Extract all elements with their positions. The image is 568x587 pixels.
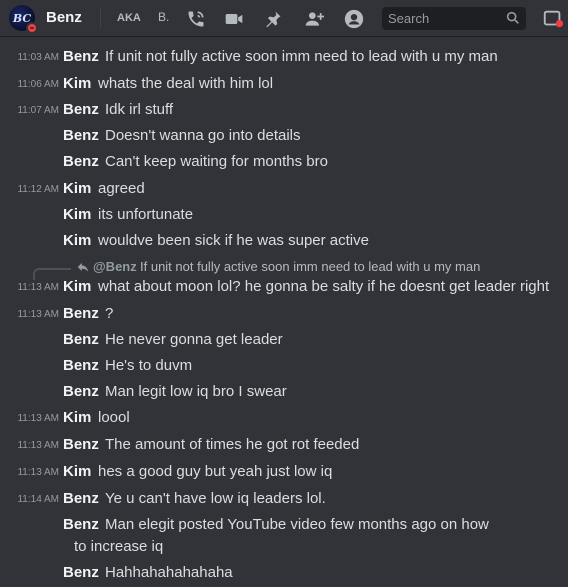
message-text: If unit not fully active soon imm need t…: [105, 48, 498, 65]
message-text: Doesn't wanna go into details: [105, 127, 301, 144]
pin-icon[interactable]: [261, 7, 285, 31]
message-list[interactable]: 11:03 AM Benz If unit not fully active s…: [0, 38, 568, 587]
message-text: loool: [98, 409, 130, 426]
message-timestamp: 11:03 AM: [17, 52, 59, 63]
search-box[interactable]: [382, 7, 526, 30]
search-icon[interactable]: [505, 10, 521, 30]
message-author[interactable]: Benz: [63, 127, 99, 144]
message-author[interactable]: Benz: [63, 357, 99, 374]
reply-arrow-icon: [76, 260, 90, 274]
video-camera-icon[interactable]: [222, 7, 246, 31]
aka-badge[interactable]: AKA: [113, 10, 145, 26]
message-text: Idk irl stuff: [105, 101, 174, 118]
message-author[interactable]: Kim: [63, 75, 91, 92]
header-divider: [100, 8, 101, 28]
message-text: ?: [105, 305, 114, 322]
message-author[interactable]: Benz: [63, 101, 99, 118]
message-timestamp: 11:13 AM: [17, 282, 59, 293]
message-author[interactable]: Kim: [63, 409, 91, 426]
message-author[interactable]: Kim: [63, 278, 91, 295]
message-timestamp: 11:13 AM: [17, 440, 59, 451]
message-author[interactable]: Benz: [63, 436, 99, 453]
message-timestamp: 11:07 AM: [17, 105, 59, 116]
message-author[interactable]: Benz: [63, 153, 99, 170]
message-timestamp: 11:13 AM: [17, 413, 59, 424]
message-timestamp: 11:13 AM: [17, 467, 59, 478]
message-text: Man legit low iq bro I swear: [105, 383, 287, 400]
message-text: He's to duvm: [105, 357, 193, 374]
message-author[interactable]: Kim: [63, 180, 91, 197]
message-text: whats the deal with him lol: [98, 75, 274, 92]
dm-header: BC Benz AKA B.: [0, 0, 568, 37]
message-text: wouldve been sick if he was super active: [98, 232, 369, 249]
message-timestamp: 11:06 AM: [17, 79, 59, 90]
avatar[interactable]: BC: [9, 5, 38, 34]
message[interactable]: Benz Man elegit posted YouTube video few…: [0, 516, 568, 560]
message-author[interactable]: Kim: [63, 206, 91, 223]
message-author[interactable]: Benz: [63, 383, 99, 400]
reply-author[interactable]: @Benz: [93, 259, 137, 274]
message-text: its unfortunate: [98, 206, 194, 223]
message-author[interactable]: Kim: [63, 463, 91, 480]
message-author[interactable]: Benz: [63, 564, 99, 581]
inbox-icon[interactable]: [541, 7, 565, 31]
message-text: what about moon lol? he gonna be salty i…: [98, 278, 550, 295]
message-timestamp: 11:14 AM: [17, 494, 59, 505]
reply-text[interactable]: If unit not fully active soon imm need t…: [140, 259, 480, 274]
reply-preview[interactable]: @Benz If unit not fully active soon imm …: [0, 259, 568, 280]
message-text: He never gonna get leader: [105, 331, 283, 348]
add-friend-icon[interactable]: [302, 7, 326, 31]
dm-recipient-name[interactable]: Benz: [46, 9, 82, 26]
message-author[interactable]: Benz: [63, 490, 99, 507]
message-author[interactable]: Benz: [63, 48, 99, 65]
message-text: Ye u can't have low iq leaders lol.: [105, 490, 326, 507]
message-text: agreed: [98, 180, 145, 197]
message-author[interactable]: Kim: [63, 232, 91, 249]
message-text: Can't keep waiting for months bro: [105, 153, 328, 170]
aka-value[interactable]: B.: [158, 10, 169, 24]
message-text: hes a good guy but yeah just low iq: [98, 463, 333, 480]
message-author[interactable]: Benz: [63, 305, 99, 322]
message-text: Hahhahahahahaha: [105, 564, 233, 581]
message-author[interactable]: Benz: [63, 331, 99, 348]
search-input[interactable]: [388, 11, 500, 26]
message-timestamp: 11:13 AM: [17, 309, 59, 320]
dnd-status-icon: [26, 22, 38, 34]
message-timestamp: 11:12 AM: [17, 184, 59, 195]
message-text: Man elegit posted YouTube video few mont…: [74, 516, 489, 555]
message-text: The amount of times he got rot feeded: [105, 436, 360, 453]
user-profile-icon[interactable]: [342, 7, 366, 31]
phone-call-icon[interactable]: [184, 7, 208, 31]
